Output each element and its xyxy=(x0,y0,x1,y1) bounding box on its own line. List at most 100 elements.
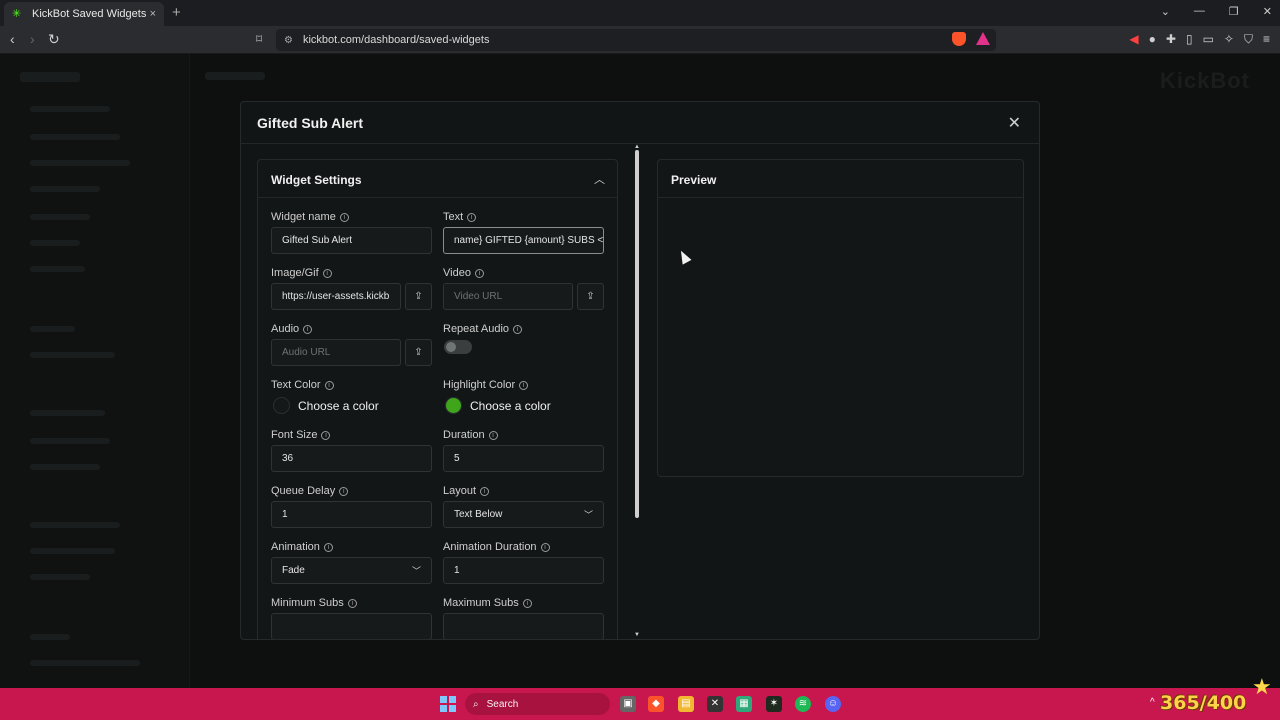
file-explorer-icon[interactable]: ▤ xyxy=(678,696,694,712)
spotify-icon[interactable]: ≋ xyxy=(795,696,811,712)
scroll-down-icon[interactable]: ▼ xyxy=(634,632,640,638)
info-icon[interactable]: i xyxy=(474,268,484,278)
info-icon[interactable]: i xyxy=(513,324,523,334)
preview-header: Preview xyxy=(658,160,1023,198)
font-size-label: Font Size i xyxy=(271,429,331,441)
repeat-audio-toggle[interactable] xyxy=(444,340,472,354)
info-icon[interactable]: i xyxy=(321,430,331,440)
obs-icon[interactable]: ✶ xyxy=(766,696,782,712)
duration-input[interactable]: 5 xyxy=(443,445,604,472)
info-icon[interactable]: i xyxy=(339,212,349,222)
kickbot-favicon-icon: ✳ xyxy=(12,8,22,20)
tab-close-icon[interactable]: × xyxy=(150,8,156,20)
bookmark-icon[interactable]: ⌑ xyxy=(256,32,262,46)
info-icon[interactable]: i xyxy=(540,542,550,552)
sidebar-icon[interactable]: ▯ xyxy=(1186,32,1193,47)
info-icon[interactable]: i xyxy=(467,212,477,222)
close-modal-icon[interactable]: ✕ xyxy=(1008,113,1021,133)
chevron-up-icon[interactable]: ︿ xyxy=(594,171,605,187)
back-icon[interactable]: ‹ xyxy=(10,31,15,47)
highlight-color-swatch[interactable] xyxy=(445,397,462,414)
site-info-icon[interactable]: ⚙ xyxy=(284,35,293,46)
video-label: Video i xyxy=(443,267,484,279)
image-url-input[interactable]: https://user-assets.kickb xyxy=(271,283,401,310)
widget-edit-modal: Gifted Sub Alert ✕ Widget Settings ︿ Wid… xyxy=(240,101,1040,640)
video-url-input[interactable]: Video URL xyxy=(443,283,573,310)
audio-url-input[interactable]: Audio URL xyxy=(271,339,401,366)
forward-icon[interactable]: › xyxy=(30,31,35,47)
animation-select[interactable]: Fade ﹀ xyxy=(271,557,432,584)
puzzle-icon[interactable]: ✚ xyxy=(1166,32,1176,47)
audio-extension-icon[interactable]: ◀ xyxy=(1129,32,1138,47)
address-bar[interactable]: ⚙ kickbot.com/dashboard/saved-widgets xyxy=(276,29,996,51)
audio-label: Audio i xyxy=(271,323,313,335)
windows-start-icon[interactable] xyxy=(440,696,456,712)
new-tab-button[interactable]: + xyxy=(172,4,181,21)
layout-select[interactable]: Text Below ﹀ xyxy=(443,501,604,528)
animation-duration-label: Animation Duration i xyxy=(443,541,550,553)
video-upload-icon[interactable]: ⇪ xyxy=(577,283,604,310)
info-icon[interactable]: i xyxy=(488,430,498,440)
maximum-subs-label: Maximum Subs i xyxy=(443,597,532,609)
window-controls: ⌄ — ❐ ✕ xyxy=(1161,5,1272,18)
discord-icon[interactable]: ☺ xyxy=(825,696,841,712)
widget-name-input[interactable]: Gifted Sub Alert xyxy=(271,227,432,254)
info-icon[interactable]: i xyxy=(522,598,532,608)
text-color-swatch[interactable] xyxy=(273,397,290,414)
app-icon[interactable]: ▦ xyxy=(736,696,752,712)
tab-list-chevron-icon[interactable]: ⌄ xyxy=(1161,5,1170,18)
info-icon[interactable]: i xyxy=(323,542,333,552)
leo-ai-icon[interactable]: ✧ xyxy=(1224,32,1234,47)
highlight-color-picker[interactable]: Choose a color xyxy=(445,397,551,414)
text-input[interactable]: name} GIFTED {amount} SUBS < xyxy=(443,227,604,254)
brave-browser-icon[interactable]: ◆ xyxy=(648,696,664,712)
star-icon: ★ xyxy=(1252,674,1272,699)
info-icon[interactable]: i xyxy=(347,598,357,608)
image-upload-icon[interactable]: ⇪ xyxy=(405,283,432,310)
layout-label: Layout i xyxy=(443,485,490,497)
animation-duration-input[interactable]: 1 xyxy=(443,557,604,584)
terminal-icon[interactable]: ✕ xyxy=(707,696,723,712)
queue-delay-input[interactable]: 1 xyxy=(271,501,432,528)
text-color-picker[interactable]: Choose a color xyxy=(273,397,379,414)
text-color-value: Choose a color xyxy=(298,398,379,413)
preview-panel: Preview xyxy=(657,159,1024,477)
info-icon[interactable]: i xyxy=(480,486,490,496)
maximize-icon[interactable]: ❐ xyxy=(1229,5,1239,18)
minimum-subs-input[interactable] xyxy=(271,613,432,639)
font-size-input[interactable]: 36 xyxy=(271,445,432,472)
modal-title: Gifted Sub Alert xyxy=(257,115,364,131)
preview-title: Preview xyxy=(671,173,717,187)
browser-tab-bar: ✳ KickBot Saved Widgets × + ⌄ — ❐ ✕ xyxy=(0,0,1280,26)
browser-tab[interactable]: ✳ KickBot Saved Widgets × xyxy=(4,2,164,26)
settings-scrollbar-thumb[interactable] xyxy=(635,150,639,518)
brave-rewards-icon[interactable] xyxy=(976,32,990,45)
widget-settings-panel: Widget Settings ︿ Widget name i Gifted Su… xyxy=(257,159,618,639)
chevron-down-icon: ﹀ xyxy=(583,510,593,520)
info-icon[interactable]: i xyxy=(322,268,332,278)
taskbar-search[interactable]: ⌕ Search xyxy=(465,693,610,715)
modal-header: Gifted Sub Alert ✕ xyxy=(241,102,1039,144)
info-icon[interactable]: i xyxy=(339,486,349,496)
minimum-subs-label: Minimum Subs i xyxy=(271,597,357,609)
extension-icons: ◀ ● ✚ ▯ ▭ ✧ ⛉ ≡ xyxy=(1129,32,1270,47)
toggle-knob xyxy=(446,342,456,352)
minimize-icon[interactable]: — xyxy=(1194,5,1205,18)
info-icon[interactable]: i xyxy=(324,380,334,390)
reload-icon[interactable]: ↻ xyxy=(48,31,60,48)
brave-shield-icon[interactable] xyxy=(952,32,966,46)
widget-settings-header[interactable]: Widget Settings ︿ xyxy=(258,160,617,198)
info-icon[interactable]: i xyxy=(303,324,313,334)
menu-icon[interactable]: ≡ xyxy=(1263,32,1270,47)
task-view-icon[interactable]: ▣ xyxy=(620,696,636,712)
maximum-subs-input[interactable] xyxy=(443,613,604,639)
progress-counter: 365/400 xyxy=(1160,692,1247,714)
info-icon[interactable]: i xyxy=(519,380,529,390)
wallet-icon[interactable]: ▭ xyxy=(1203,32,1214,47)
window-close-icon[interactable]: ✕ xyxy=(1263,5,1272,18)
tray-chevron-up-icon[interactable]: ^ xyxy=(1150,697,1155,708)
extension-icon[interactable]: ● xyxy=(1149,32,1156,47)
audio-upload-icon[interactable]: ⇪ xyxy=(405,339,432,366)
vpn-icon[interactable]: ⛉ xyxy=(1244,32,1253,47)
image-gif-label: Image/Gif i xyxy=(271,267,332,279)
